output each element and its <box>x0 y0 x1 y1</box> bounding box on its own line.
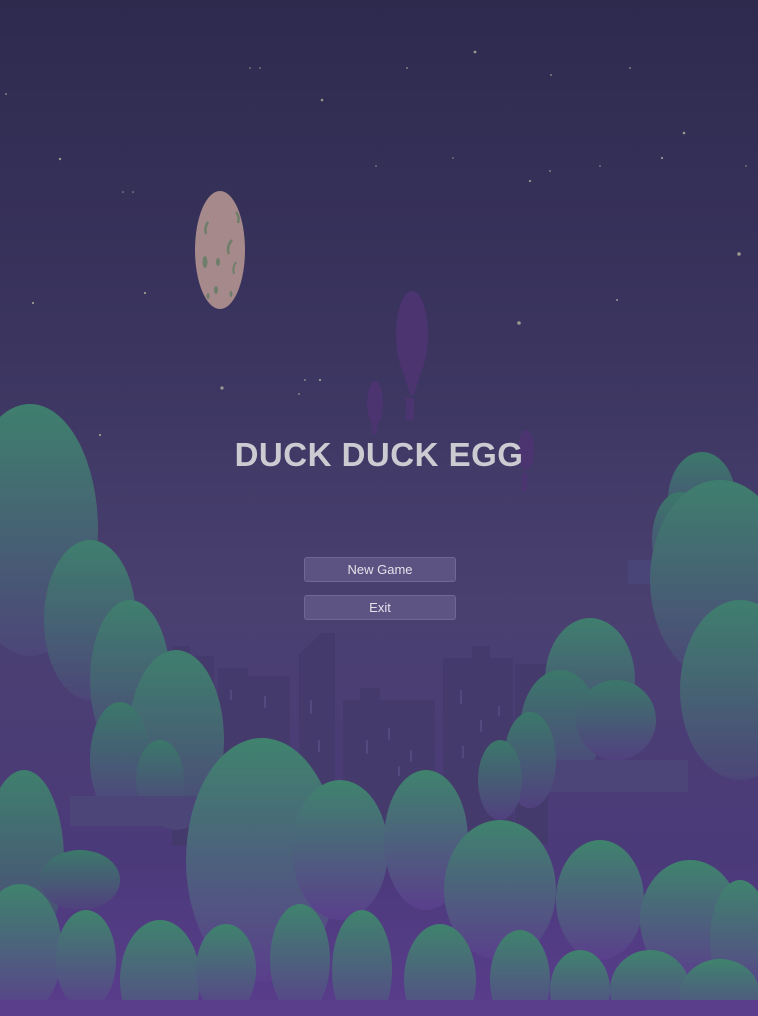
stars <box>5 50 747 437</box>
background-scene <box>0 50 758 1016</box>
game-title: DUCK DUCK EGG <box>234 436 524 473</box>
tree-cluster-right <box>478 452 758 820</box>
exit-button[interactable]: Exit <box>304 595 456 620</box>
title-screen: DUCK DUCK EGG New Game Exit <box>0 0 758 1016</box>
new-game-button[interactable]: New Game <box>304 557 456 582</box>
moon-icon <box>195 191 245 309</box>
